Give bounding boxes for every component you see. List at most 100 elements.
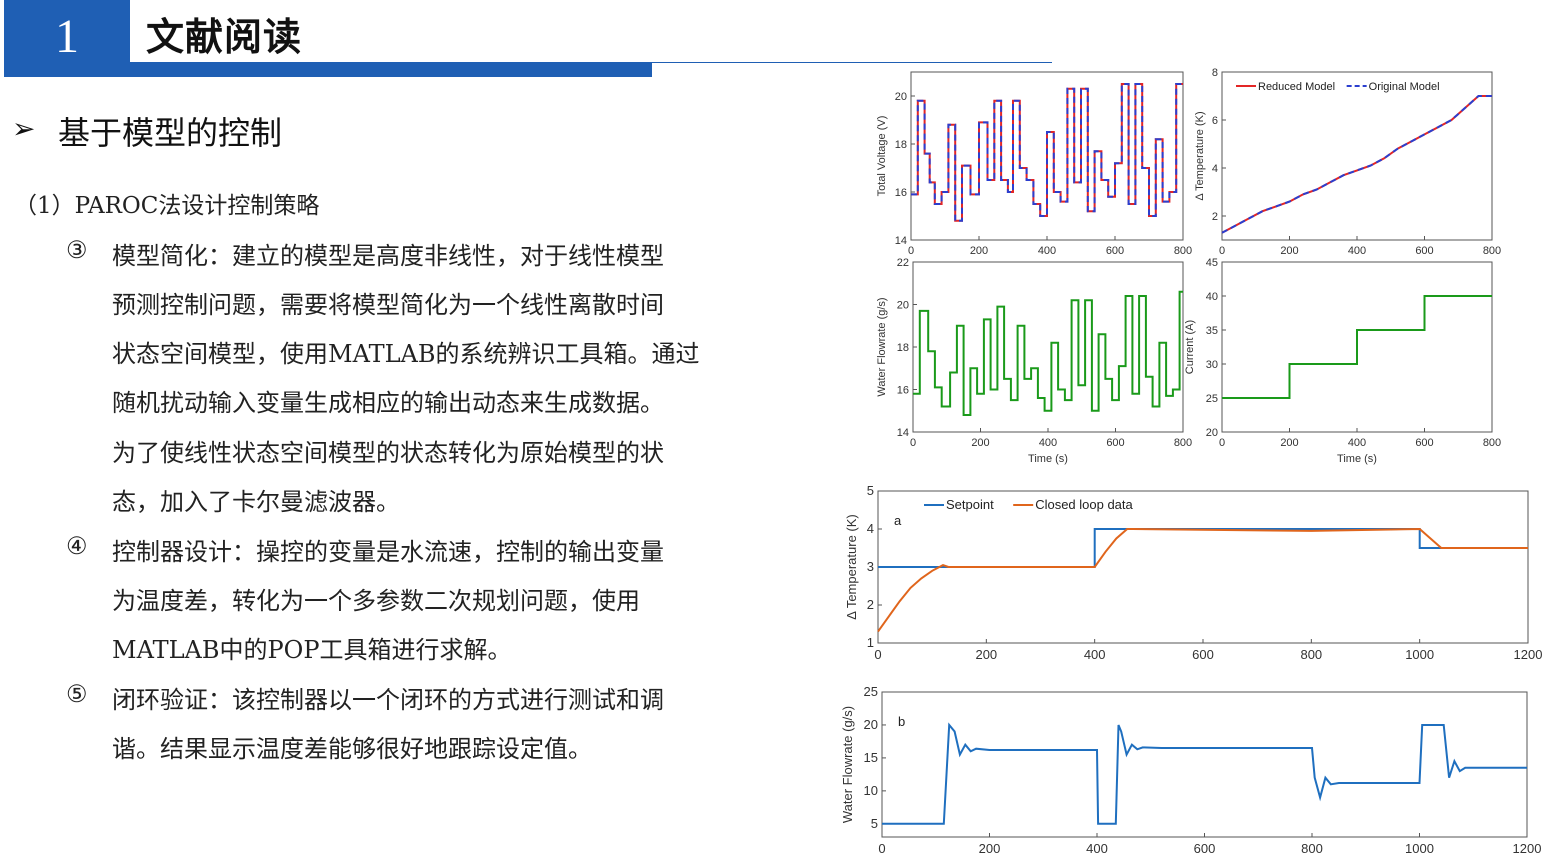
plot-frame xyxy=(877,490,1529,644)
y-axis-label: Δ Temperature (K) xyxy=(844,514,859,620)
y-tick-label: 5 xyxy=(871,816,878,831)
plot-frame xyxy=(912,261,1184,433)
y-tick-label: 14 xyxy=(895,235,907,247)
y-tick-label: 45 xyxy=(1206,257,1218,269)
x-tick-label: 1000 xyxy=(1405,841,1434,856)
x-tick-label: 400 xyxy=(1038,245,1056,257)
item-marker-3: ③ xyxy=(66,236,88,264)
y-tick-label: 16 xyxy=(897,385,909,397)
y-tick-label: 5 xyxy=(867,483,874,498)
y-tick-label: 20 xyxy=(895,91,907,103)
x-tick-label: 0 xyxy=(878,841,885,856)
header-thin-line xyxy=(652,62,1052,63)
x-tick-label: 1200 xyxy=(1513,841,1542,856)
series-line-2 xyxy=(1221,95,1492,234)
x-tick-label: 600 xyxy=(1192,647,1214,662)
chart-2: 0 200 400 600 800 2 4 6 8 Δ Temperature (K) Reduce… xyxy=(1194,67,1501,257)
x-tick-label: 0 xyxy=(874,647,881,662)
item-5-line-2: 谐。结果显示温度差能够很好地跟踪设定值。 xyxy=(112,735,592,763)
x-tick-label: 600 xyxy=(1106,437,1124,449)
page-title: 文献阅读 xyxy=(146,15,303,59)
item-3-line-6: 态，加入了卡尔曼滤波器。 xyxy=(112,488,400,516)
x-tick-label: 600 xyxy=(1106,245,1124,257)
legend-label: Closed loop data xyxy=(1035,497,1133,512)
x-tick-label: 400 xyxy=(1084,647,1106,662)
panel-annotation: a xyxy=(894,513,902,528)
arrow-bullet-icon: ➢ xyxy=(12,112,36,145)
series-line-1 xyxy=(911,83,1183,222)
chart-6: 0 200 400 600 800 1000 1200 5 10 15 20 25 Water Flow… xyxy=(840,684,1541,856)
y-tick-label: 22 xyxy=(897,257,909,269)
chart-1: 0 200 400 600 800 14 16 18 20 Total Voltage (V) xyxy=(876,71,1192,257)
x-tick-label: 0 xyxy=(1219,245,1225,257)
series-line-1 xyxy=(878,528,1528,568)
series-line-2 xyxy=(911,83,1183,222)
y-tick-label: 6 xyxy=(1212,115,1218,127)
y-tick-label: 16 xyxy=(895,187,907,199)
header-underline-bar xyxy=(4,62,652,77)
item-marker-5: ⑤ xyxy=(66,680,88,708)
x-tick-label: 200 xyxy=(979,841,1001,856)
y-tick-label: 2 xyxy=(1212,211,1218,223)
panel-annotation: b xyxy=(898,714,905,729)
item-3-line-1: 模型简化：建立的模型是高度非线性，对于线性模型 xyxy=(112,242,664,270)
x-tick-label: 1000 xyxy=(1405,647,1434,662)
y-tick-label: 25 xyxy=(1206,393,1218,405)
item-marker-4: ④ xyxy=(66,532,88,560)
x-tick-label: 400 xyxy=(1348,437,1366,449)
y-axis-label: Total Voltage (V) xyxy=(876,116,888,197)
series-line-1 xyxy=(1221,95,1492,234)
y-tick-label: 18 xyxy=(897,342,909,354)
plot-frame xyxy=(1221,261,1493,433)
plot-frame xyxy=(910,71,1184,241)
series-line-1 xyxy=(913,290,1183,416)
y-tick-label: 30 xyxy=(1206,359,1218,371)
y-axis-label: Current (A) xyxy=(1184,320,1196,374)
y-tick-label: 2 xyxy=(867,597,874,612)
series-line-2 xyxy=(877,527,1528,633)
item-3-line-5: 为了使线性状态空间模型的状态转化为原始模型的状 xyxy=(112,439,664,467)
legend-label: Original Model xyxy=(1369,81,1440,93)
series-line-1 xyxy=(882,722,1527,825)
y-tick-label: 18 xyxy=(895,139,907,151)
chart-5: 0 200 400 600 800 1000 1200 1 2 3 4 5 Δ Temperature … xyxy=(844,483,1542,662)
y-tick-label: 3 xyxy=(867,559,874,574)
x-tick-label: 400 xyxy=(1086,841,1108,856)
x-tick-label: 200 xyxy=(1280,437,1298,449)
x-tick-label: 600 xyxy=(1415,245,1433,257)
subheading: （1）PAROC法设计控制策略 xyxy=(14,193,320,219)
series-line-1 xyxy=(1222,295,1492,399)
x-tick-label: 400 xyxy=(1348,245,1366,257)
x-tick-label: 800 xyxy=(1174,245,1192,257)
x-tick-label: 0 xyxy=(908,245,914,257)
x-tick-label: 600 xyxy=(1194,841,1216,856)
item-4-line-3: MATLAB中的POP工具箱进行求解。 xyxy=(112,636,512,664)
y-tick-label: 1 xyxy=(867,635,874,650)
y-tick-label: 14 xyxy=(897,427,909,439)
y-tick-label: 8 xyxy=(1212,67,1218,79)
x-tick-label: 200 xyxy=(1280,245,1298,257)
x-tick-label: 400 xyxy=(1039,437,1057,449)
x-axis-label: Time (s) xyxy=(1337,453,1377,465)
y-tick-label: 4 xyxy=(867,521,874,536)
y-tick-label: 20 xyxy=(1206,427,1218,439)
x-tick-label: 600 xyxy=(1415,437,1433,449)
x-tick-label: 200 xyxy=(975,647,997,662)
y-axis-label: Water Flowrate (g/s) xyxy=(876,297,888,396)
section-title: 基于模型的控制 xyxy=(58,114,283,152)
y-tick-label: 20 xyxy=(897,300,909,312)
y-tick-label: 10 xyxy=(864,783,878,798)
x-tick-label: 800 xyxy=(1483,437,1501,449)
x-tick-label: 800 xyxy=(1301,841,1323,856)
plot-frame xyxy=(881,691,1528,838)
item-3-line-3: 状态空间模型，使用MATLAB的系统辨识工具箱。通过 xyxy=(112,340,700,368)
section-number: 1 xyxy=(4,0,130,63)
legend-label: Reduced Model xyxy=(1258,81,1335,93)
y-axis-label: Δ Temperature (K) xyxy=(1194,111,1206,200)
chart-4: 0 200 400 600 800 20 25 30 35 40 45 Current (A) Time… xyxy=(1184,257,1501,465)
item-5-line-1: 闭环验证：该控制器以一个闭环的方式进行测试和调 xyxy=(112,686,664,714)
y-axis-label: Water Flowrate (g/s) xyxy=(840,706,855,823)
plot-frame xyxy=(1221,71,1493,241)
item-4-line-2: 为温度差，转化为一个多参数二次规划问题，使用 xyxy=(112,587,640,615)
x-tick-label: 800 xyxy=(1483,245,1501,257)
